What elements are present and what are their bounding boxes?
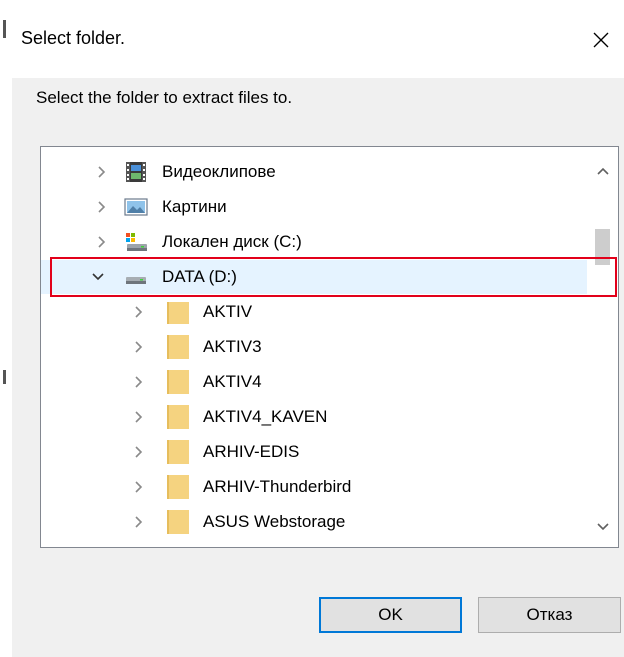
folder-icon [167,335,189,359]
tree-item-label: DATA (D:) [162,267,237,286]
close-icon [593,32,609,48]
tree-item-label: AKTIV [203,302,253,321]
pictures-folder-icon [124,198,148,216]
folder-icon [167,475,189,499]
tree-item-label: ASUS Webstorage [203,512,346,531]
title-bar: Select folder. [12,0,624,78]
scroll-down-button[interactable] [587,513,618,541]
chevron-right-icon[interactable] [132,339,146,355]
folder-icon [167,302,189,324]
tree-item-label: Локален диск (C:) [162,232,302,251]
tree-item-label: AKTIV3 [203,337,262,356]
chevron-down-icon[interactable] [91,269,105,285]
tree-item-pictures[interactable]: Картини [41,190,587,224]
tree-item-label: ARHIV-EDIS [203,442,300,461]
folder-tree[interactable]: Видеоклипове Картини Локален диск (C:) D… [40,146,619,548]
instruction-text: Select the folder to extract files to. [36,88,293,107]
tree-item-folder[interactable]: AKTIV4 [41,365,587,399]
drive-icon [126,277,146,284]
folder-icon [167,405,189,429]
chevron-right-icon[interactable] [95,199,109,215]
system-drive-icon [126,233,147,251]
tree-item-label: ARHIV-Thunderbird [203,477,352,496]
folder-icon [167,440,189,464]
chevron-right-icon[interactable] [132,409,146,425]
folder-icon [167,510,189,534]
tree-item-folder[interactable]: AKTIV3 [41,330,587,364]
close-button[interactable] [578,18,624,62]
tree-item-videos[interactable]: Видеоклипове [41,155,587,189]
chevron-right-icon[interactable] [132,304,146,320]
tree-item-label: AKTIV4 [203,372,262,391]
chevron-right-icon[interactable] [132,444,146,460]
tree-item-folder[interactable]: ARHIV-Thunderbird [41,470,587,504]
chevron-right-icon[interactable] [95,234,109,250]
tree-item-folder[interactable]: ARHIV-EDIS [41,435,587,469]
scroll-thumb[interactable] [595,229,610,265]
tree-item-folder[interactable]: AKTIV [41,295,587,329]
tree-item-folder[interactable]: AKTIV4_KAVEN [41,400,587,434]
tree-item-local-disk-c[interactable]: Локален диск (C:) [41,225,587,259]
tree-item-data-d[interactable]: DATA (D:) [41,260,587,294]
vertical-scrollbar[interactable] [587,147,618,547]
folder-tree-list: Видеоклипове Картини Локален диск (C:) D… [41,147,587,547]
select-folder-dialog: Select folder. Select the folder to extr… [12,0,624,657]
video-folder-icon [126,162,146,182]
background-mark [3,370,6,384]
tree-item-label: Картини [162,197,227,216]
background-mark [3,20,6,38]
chevron-right-icon[interactable] [132,479,146,495]
chevron-right-icon[interactable] [132,514,146,530]
cancel-button[interactable]: Отказ [478,597,621,633]
dialog-title: Select folder. [21,28,126,48]
scroll-up-button[interactable] [587,157,618,185]
chevron-down-icon [596,523,609,531]
ok-button[interactable]: OK [319,597,462,633]
chevron-right-icon[interactable] [132,374,146,390]
folder-icon [167,370,189,394]
tree-item-label: AKTIV4_KAVEN [203,407,328,426]
chevron-right-icon[interactable] [95,164,109,180]
chevron-up-icon [596,167,609,175]
tree-item-folder[interactable]: ASUS Webstorage [41,505,587,539]
tree-item-label: Видеоклипове [162,162,276,181]
